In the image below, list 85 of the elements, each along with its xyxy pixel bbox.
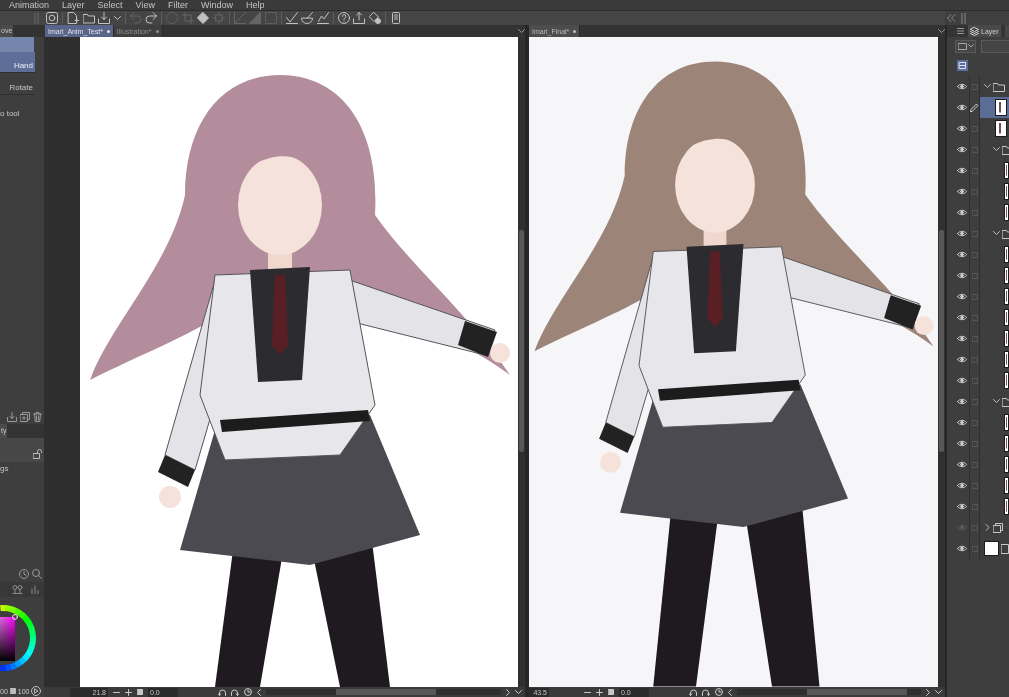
caret-icon	[968, 44, 974, 48]
tool-group-bar	[0, 37, 34, 52]
chevron-down-icon[interactable]	[993, 231, 1000, 236]
diamond-badge-icon[interactable]	[368, 12, 381, 24]
chevron-down-icon[interactable]	[518, 29, 525, 33]
zoom-in-icon[interactable]	[596, 688, 603, 696]
layer-item[interactable]	[980, 97, 1009, 118]
vertical-scrollbar[interactable]	[938, 37, 945, 687]
folder-icon	[1002, 144, 1009, 155]
rotate-left-icon[interactable]	[689, 688, 697, 696]
frames-icon	[993, 522, 1003, 533]
scrollbar-thumb[interactable]	[939, 230, 944, 452]
chevron-left-icon[interactable]	[728, 688, 732, 696]
chevron-down-icon[interactable]	[935, 690, 942, 694]
dot-icon[interactable]	[155, 29, 159, 33]
chevron-down-icon[interactable]	[984, 84, 991, 89]
figures-icon[interactable]	[12, 585, 23, 594]
dot-icon[interactable]	[106, 29, 110, 33]
new-page-icon[interactable]	[67, 12, 79, 24]
folder-icon	[1002, 228, 1009, 239]
menu-icon[interactable]	[957, 28, 964, 34]
dot-icon[interactable]	[573, 29, 577, 33]
trash-icon[interactable]	[33, 412, 42, 422]
chevron-right-icon[interactable]	[506, 688, 510, 696]
scrollbar-thumb[interactable]	[807, 689, 907, 695]
caret-icon[interactable]	[113, 16, 121, 20]
menu-item[interactable]: Help	[245, 0, 265, 10]
zigzag-line-icon[interactable]	[316, 12, 329, 24]
horizontal-scrollbar[interactable]	[737, 689, 921, 695]
folder-icon	[993, 81, 1005, 92]
check-line-icon[interactable]	[285, 12, 298, 24]
chevron-down-icon[interactable]	[993, 399, 1000, 404]
pencil-icon[interactable]	[970, 103, 979, 112]
menu-item[interactable]: Select	[97, 0, 123, 10]
clock-icon[interactable]	[19, 569, 29, 579]
layers-icon	[970, 26, 979, 36]
grip-icon[interactable]	[961, 12, 966, 24]
menu-item[interactable]: View	[135, 0, 155, 10]
subtool-item[interactable]: Hand	[0, 52, 35, 73]
hint-text: o tool	[0, 109, 20, 119]
menu-item[interactable]: Layer	[62, 0, 85, 10]
bowl-pen-icon[interactable]	[301, 12, 313, 24]
search-icon[interactable]	[32, 569, 42, 579]
folder-icon[interactable]	[82, 12, 95, 24]
duplicate-icon[interactable]	[20, 412, 30, 422]
clock-icon[interactable]	[715, 688, 723, 696]
scrollbar-thumb[interactable]	[336, 689, 436, 695]
app-logo-icon[interactable]	[46, 12, 58, 24]
hue-ring[interactable]	[0, 605, 36, 671]
window-icon[interactable]	[957, 59, 968, 71]
color-square[interactable]	[0, 614, 18, 661]
tray-up-arrow-icon[interactable]	[353, 12, 365, 24]
menu-item[interactable]: Filter	[167, 0, 188, 10]
chevron-left-icon[interactable]	[257, 688, 261, 696]
help-icon[interactable]	[337, 12, 350, 24]
chevron-down-icon[interactable]	[515, 690, 522, 694]
folder-icon	[1002, 396, 1009, 407]
chevron-right-icon[interactable]	[926, 688, 930, 696]
vertical-scrollbar[interactable]	[518, 37, 525, 687]
layer-thumbnail	[995, 99, 1007, 116]
square-outline-icon	[1001, 543, 1009, 554]
paper-thumbnail	[984, 541, 999, 556]
selection-ring-icon[interactable]	[12, 614, 18, 620]
chevron-down-icon[interactable]	[993, 147, 1000, 152]
dropdown[interactable]	[955, 39, 976, 53]
chevron-down-icon[interactable]	[938, 29, 945, 33]
tray-arrow-icon[interactable]	[7, 412, 17, 422]
tray-arrow-icon[interactable]	[98, 12, 110, 24]
rotate-right-icon[interactable]	[231, 688, 239, 696]
grip-icon[interactable]	[34, 12, 39, 24]
scrollbar-thumb[interactable]	[519, 230, 524, 452]
rotate-right-icon[interactable]	[702, 688, 710, 696]
select-field[interactable]	[981, 39, 1009, 53]
property-label: gs	[0, 463, 9, 475]
lock-icon[interactable]	[33, 449, 42, 459]
zoom-in-icon[interactable]	[125, 688, 132, 696]
rectangle-icon	[958, 42, 967, 50]
circle-play-icon[interactable]	[31, 686, 42, 696]
tablet-icon[interactable]	[389, 12, 402, 24]
menu-item[interactable]: Animation	[9, 0, 50, 10]
rotate-left-icon[interactable]	[218, 688, 226, 696]
menu-item[interactable]: Window	[200, 0, 233, 10]
clock-icon[interactable]	[244, 688, 252, 696]
redo-icon[interactable]	[145, 12, 157, 24]
horizontal-scrollbar[interactable]	[266, 689, 501, 695]
